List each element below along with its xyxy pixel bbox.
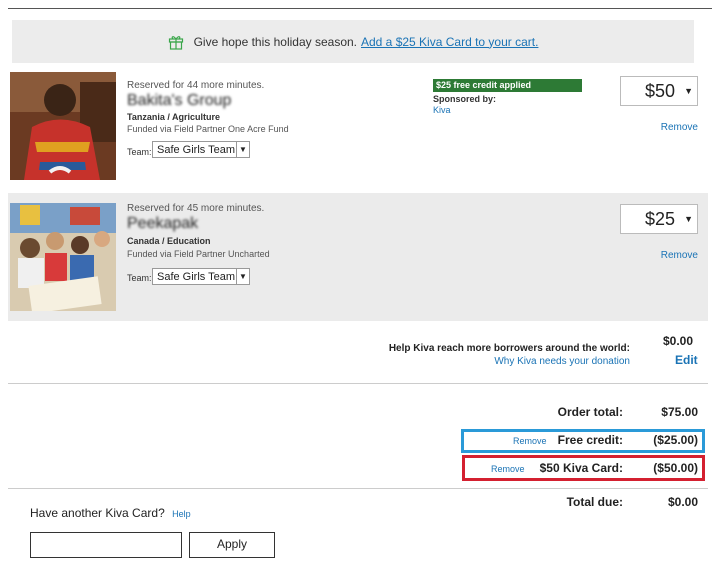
add-kiva-card-link[interactable]: Add a $25 Kiva Card to your cart. (361, 35, 538, 49)
sponsor-link[interactable]: Kiva (433, 105, 451, 115)
field-partner-text: Funded via Field Partner One Acre Fund (127, 124, 289, 134)
team-label: Team: (127, 147, 152, 157)
loan-amount-select[interactable]: $25 ▼ (620, 204, 698, 234)
sponsored-by-label: Sponsored by: (433, 94, 497, 104)
kiva-card-code-input[interactable] (30, 532, 182, 558)
why-donate-link[interactable]: Why Kiva needs your donation (494, 356, 630, 367)
chevron-down-icon: ▼ (684, 86, 693, 96)
donation-amount: $0.00 (663, 334, 694, 348)
team-select[interactable]: Safe Girls Team ▼ (152, 141, 250, 158)
remove-loan-button[interactable]: Remove (661, 250, 698, 261)
kiva-card-value: ($50.00) (653, 461, 698, 475)
gift-icon (168, 35, 183, 50)
cart-loan-2: Reserved for 45 more minutes. Peekapak C… (8, 193, 708, 321)
donation-prompt: Help Kiva reach more borrowers around th… (388, 343, 630, 354)
chevron-down-icon: ▼ (684, 214, 693, 224)
remove-free-credit-button[interactable]: Remove (513, 436, 547, 446)
chevron-down-icon: ▼ (236, 269, 249, 284)
loan-location-sector: Canada / Education (127, 236, 211, 246)
chevron-down-icon: ▼ (236, 142, 249, 157)
kiva-card-help-link[interactable]: Help (172, 509, 191, 519)
total-due-label: Total due: (566, 495, 623, 509)
reservation-timer: Reserved for 44 more minutes. (127, 80, 265, 91)
team-label: Team: (127, 273, 152, 283)
borrower-photo (10, 72, 116, 180)
borrower-name[interactable]: Bakita's Group (127, 92, 231, 110)
kiva-card-label: $50 Kiva Card: (539, 461, 623, 475)
total-due-value: $0.00 (667, 495, 698, 509)
field-partner-text: Funded via Field Partner Uncharted (127, 249, 270, 259)
team-select[interactable]: Safe Girls Team ▼ (152, 268, 250, 285)
remove-kiva-card-button[interactable]: Remove (491, 464, 525, 474)
edit-donation-button[interactable]: Edit (675, 353, 698, 367)
divider (8, 383, 708, 384)
another-kiva-card-title: Have another Kiva Card? Help (30, 506, 191, 520)
apply-kiva-card-button[interactable]: Apply (189, 532, 275, 558)
cart-loan-1: Reserved for 44 more minutes. Bakita's G… (8, 72, 708, 190)
loan-amount-select[interactable]: $50 ▼ (620, 76, 698, 106)
reservation-timer: Reserved for 45 more minutes. (127, 203, 265, 214)
top-divider (8, 8, 712, 9)
order-total-label: Order total: (557, 405, 623, 419)
promo-text: Give hope this holiday season. (193, 34, 357, 49)
free-credit-badge: $25 free credit applied (433, 79, 582, 92)
free-credit-value: ($25.00) (653, 433, 698, 447)
order-total-value: $75.00 (661, 405, 698, 419)
divider (8, 488, 708, 489)
holiday-promo-banner: Give hope this holiday season. Add a $25… (12, 20, 694, 63)
free-credit-label: Free credit: (557, 433, 623, 447)
borrower-photo (10, 203, 116, 311)
loan-location-sector: Tanzania / Agriculture (127, 112, 221, 122)
borrower-name[interactable]: Peekapak (127, 215, 198, 233)
remove-loan-button[interactable]: Remove (661, 122, 698, 133)
